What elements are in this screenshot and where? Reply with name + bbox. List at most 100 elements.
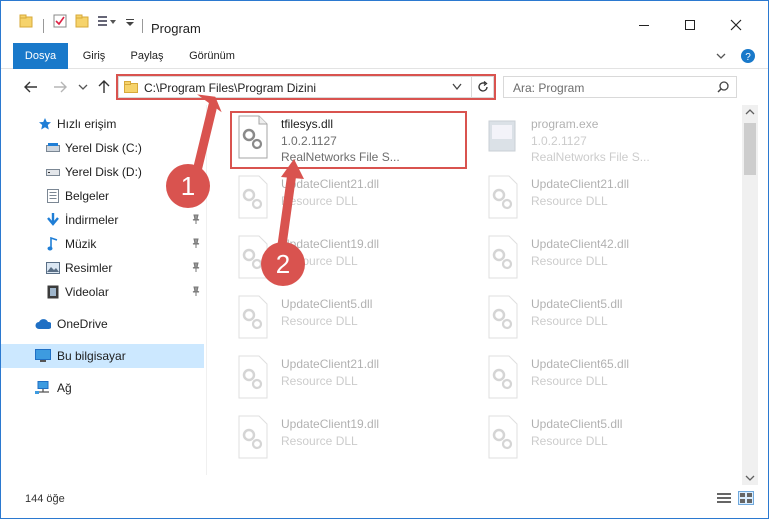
file-item[interactable]: UpdateClient21.dll Resource DLL [481,169,721,225]
document-icon [45,188,61,204]
ribbon: Dosya Giriş Paylaş Görünüm ? [1,43,768,69]
file-item[interactable]: UpdateClient65.dll Resource DLL [481,349,721,405]
navigation-pane: Hızlı erişim Yerel Disk (C:) Yerel Disk … [1,105,206,475]
tab-home[interactable]: Giriş [76,43,112,69]
sidebar-item-onedrive[interactable]: OneDrive [1,312,204,336]
file-description: Resource DLL [281,374,358,388]
pin-icon[interactable] [191,213,201,227]
pin-icon[interactable] [191,237,201,251]
tab-view[interactable]: Görünüm [184,43,240,69]
sidebar-item-label: Belgeler [65,189,110,203]
new-folder-icon[interactable] [75,14,89,28]
file-item[interactable]: UpdateClient21.dll Resource DLL [231,349,471,405]
file-version: 1.0.2.1127 [531,134,587,148]
file-name: UpdateClient5.dll [281,297,373,311]
status-bar: 144 öğe [1,486,768,518]
item-count: 144 öğe [25,493,65,505]
sidebar-item-network[interactable]: Ağ [1,376,204,400]
arrow-right-icon [54,81,67,93]
sidebar-item-quick-access[interactable]: Hızlı erişim [1,112,204,136]
up-button[interactable] [94,77,114,97]
network-icon [35,380,51,396]
sidebar-item-label: Videolar [65,285,109,299]
video-icon [45,284,61,300]
properties-icon[interactable] [53,14,67,28]
sidebar-item-label: Ağ [57,381,72,395]
back-button[interactable] [21,77,41,97]
arrow-up-icon [98,80,110,93]
customize-toolbar-icon[interactable] [97,14,117,28]
close-icon [730,19,742,31]
file-item[interactable]: UpdateClient42.dll Resource DLL [481,229,721,285]
computer-icon [35,348,51,364]
pane-divider[interactable] [206,105,207,475]
file-description: Resource DLL [531,374,608,388]
file-name: UpdateClient21.dll [531,177,630,191]
file-item[interactable]: UpdateClient5.dll Resource DLL [481,409,721,465]
close-button[interactable] [713,11,759,39]
sidebar-item-label: Müzik [65,237,97,251]
dll-file-icon [238,355,268,399]
pin-icon[interactable] [191,261,201,275]
music-icon [45,236,61,252]
file-item[interactable]: UpdateClient5.dll Resource DLL [231,289,471,345]
sidebar-item-drive-c[interactable]: Yerel Disk (C:) [1,136,204,160]
sidebar-item-downloads[interactable]: İndirmeler [1,208,204,232]
sidebar-item-label: OneDrive [57,317,108,331]
minimize-button[interactable] [621,11,667,39]
details-view-icon [717,493,731,503]
sidebar-item-label: Hızlı erişim [57,117,117,131]
scrollbar-thumb[interactable] [744,123,756,175]
dll-file-icon [488,175,518,219]
file-description: Resource DLL [531,194,608,208]
dll-file-icon [488,355,518,399]
file-item[interactable]: UpdateClient21.dll Resource DLL [231,169,471,225]
chevron-down-icon[interactable] [125,14,135,28]
tab-file[interactable]: Dosya [13,43,68,69]
vertical-scrollbar[interactable] [742,105,758,485]
sidebar-item-pictures[interactable]: Resimler [1,256,204,280]
maximize-button[interactable] [667,11,713,39]
tab-share[interactable]: Paylaş [126,43,168,69]
search-input[interactable]: Ara: Program [513,81,584,95]
maximize-icon [685,20,695,30]
sidebar-item-label: Resimler [65,261,113,275]
sidebar-item-videos[interactable]: Videolar [1,280,204,304]
recent-locations-button[interactable] [73,77,93,97]
search-box[interactable]: Ara: Program [503,76,737,98]
file-item[interactable]: UpdateClient5.dll Resource DLL [481,289,721,345]
details-view-button[interactable] [716,491,732,505]
file-name: UpdateClient21.dll [281,177,380,191]
expand-ribbon-icon[interactable] [716,51,726,61]
file-highlight [230,111,467,169]
file-item[interactable]: UpdateClient19.dll Resource DLL [231,409,471,465]
address-highlight [116,74,496,100]
folder-icon[interactable] [19,14,33,28]
file-name: UpdateClient21.dll [281,357,380,371]
scroll-up-icon[interactable] [745,109,755,115]
search-icon[interactable] [717,81,729,93]
arrow-left-icon [24,81,37,93]
file-name: UpdateClient65.dll [531,357,630,371]
file-name: UpdateClient19.dll [281,417,380,431]
tiles-view-icon [740,493,752,503]
window-title: Program [151,21,201,36]
dll-file-icon [238,295,268,339]
sidebar-item-music[interactable]: Müzik [1,232,204,256]
pin-icon[interactable] [191,285,201,299]
pictures-icon [45,260,61,276]
help-icon[interactable]: ? [740,48,756,64]
file-name: UpdateClient5.dll [531,297,623,311]
explorer-window: Program Dosya Giriş Paylaş Görünüm ? C:\… [0,0,769,519]
file-description: RealNetworks File S... [531,150,650,164]
dll-file-icon [238,175,268,219]
sidebar-item-label: Yerel Disk (C:) [65,141,142,155]
scroll-down-icon[interactable] [745,475,755,481]
tiles-view-button[interactable] [738,491,754,505]
file-description: Resource DLL [281,194,358,208]
download-icon [45,212,61,228]
exe-file-icon [488,120,516,152]
file-item-program[interactable]: program.exe 1.0.2.1127 RealNetworks File… [481,109,721,165]
forward-button[interactable] [50,77,70,97]
sidebar-item-this-pc[interactable]: Bu bilgisayar [1,344,204,368]
